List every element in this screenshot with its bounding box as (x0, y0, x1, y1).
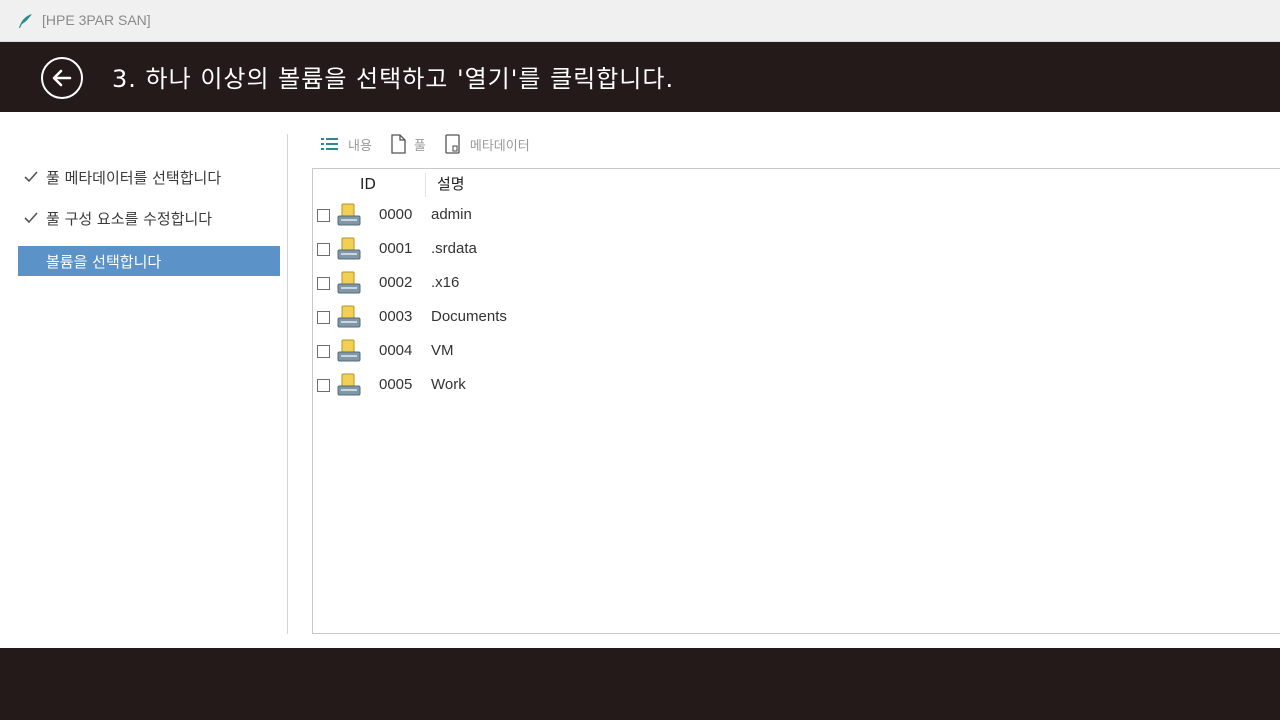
volume-icon (337, 271, 361, 294)
table-row[interactable]: 0002 .x16 (313, 268, 1273, 298)
volume-list: ID 설명 0000 admin 0001 .srdata 0002 .x16 (312, 168, 1280, 634)
row-description: .srdata (431, 240, 477, 257)
tab-label: 내용 (348, 138, 372, 154)
tab-contents[interactable]: 내용 (320, 135, 372, 154)
window-titlebar: [HPE 3PAR SAN] (0, 0, 1280, 42)
step-label: 풀 메타데이터를 선택합니다 (46, 168, 222, 187)
document-icon (391, 134, 406, 154)
row-description: Documents (431, 308, 507, 325)
back-button[interactable] (41, 57, 83, 99)
window-title: [HPE 3PAR SAN] (42, 12, 151, 28)
step-select-volumes[interactable]: 볼륨을 선택합니다 (18, 246, 280, 276)
row-description: admin (431, 206, 472, 223)
row-checkbox[interactable] (317, 277, 330, 290)
check-icon (20, 171, 42, 183)
wizard-header: 3. 하나 이상의 볼륨을 선택하고 '열기'를 클릭합니다. (0, 42, 1280, 112)
table-row[interactable]: 0001 .srdata (313, 234, 1273, 264)
view-toolbar: 내용 풀 메타데이터 (320, 130, 548, 158)
feather-icon (19, 14, 32, 28)
table-row[interactable]: 0004 VM (313, 336, 1273, 366)
volume-icon (337, 305, 361, 328)
row-checkbox[interactable] (317, 345, 330, 358)
row-description: VM (431, 342, 454, 359)
metadata-icon (445, 134, 460, 154)
row-checkbox[interactable] (317, 379, 330, 392)
step-select-pool-metadata[interactable]: 풀 메타데이터를 선택합니다 (18, 162, 280, 192)
wizard-steps: 풀 메타데이터를 선택합니다 풀 구성 요소를 수정합니다 볼륨을 선택합니다 (0, 112, 288, 636)
page-title: 3. 하나 이상의 볼륨을 선택하고 '열기'를 클릭합니다. (112, 65, 675, 93)
table-row[interactable]: 0005 Work (313, 370, 1273, 400)
sidebar-divider (287, 134, 288, 634)
step-edit-pool-components[interactable]: 풀 구성 요소를 수정합니다 (18, 203, 280, 233)
tab-pool[interactable]: 풀 (390, 134, 426, 154)
volume-icon (337, 339, 361, 362)
row-description: .x16 (431, 274, 460, 291)
step-label: 볼륨을 선택합니다 (46, 252, 162, 271)
wizard-footer (0, 648, 1280, 720)
volume-icon (337, 203, 361, 226)
step-label: 풀 구성 요소를 수정합니다 (46, 209, 213, 228)
column-header-description[interactable]: 설명 (437, 169, 465, 199)
tab-label: 풀 (413, 138, 426, 154)
row-checkbox[interactable] (317, 243, 330, 256)
row-id: 0001 (379, 240, 413, 257)
column-separator[interactable] (425, 173, 426, 197)
check-icon (20, 212, 42, 224)
back-arrow-icon (52, 69, 72, 87)
row-id: 0003 (379, 308, 413, 325)
volume-icon (337, 237, 361, 260)
table-row[interactable]: 0000 admin (313, 200, 1273, 230)
row-id: 0004 (379, 342, 413, 359)
list-icon (321, 138, 338, 150)
row-id: 0002 (379, 274, 413, 291)
tab-label: 메타데이터 (469, 138, 530, 154)
tab-metadata[interactable]: 메타데이터 (444, 134, 530, 154)
row-id: 0000 (379, 206, 413, 223)
table-row[interactable]: 0003 Documents (313, 302, 1273, 332)
row-checkbox[interactable] (317, 209, 330, 222)
row-id: 0005 (379, 376, 413, 393)
row-description: Work (431, 376, 466, 393)
column-header-id[interactable]: ID (360, 169, 376, 199)
row-checkbox[interactable] (317, 311, 330, 324)
volume-icon (337, 373, 361, 396)
